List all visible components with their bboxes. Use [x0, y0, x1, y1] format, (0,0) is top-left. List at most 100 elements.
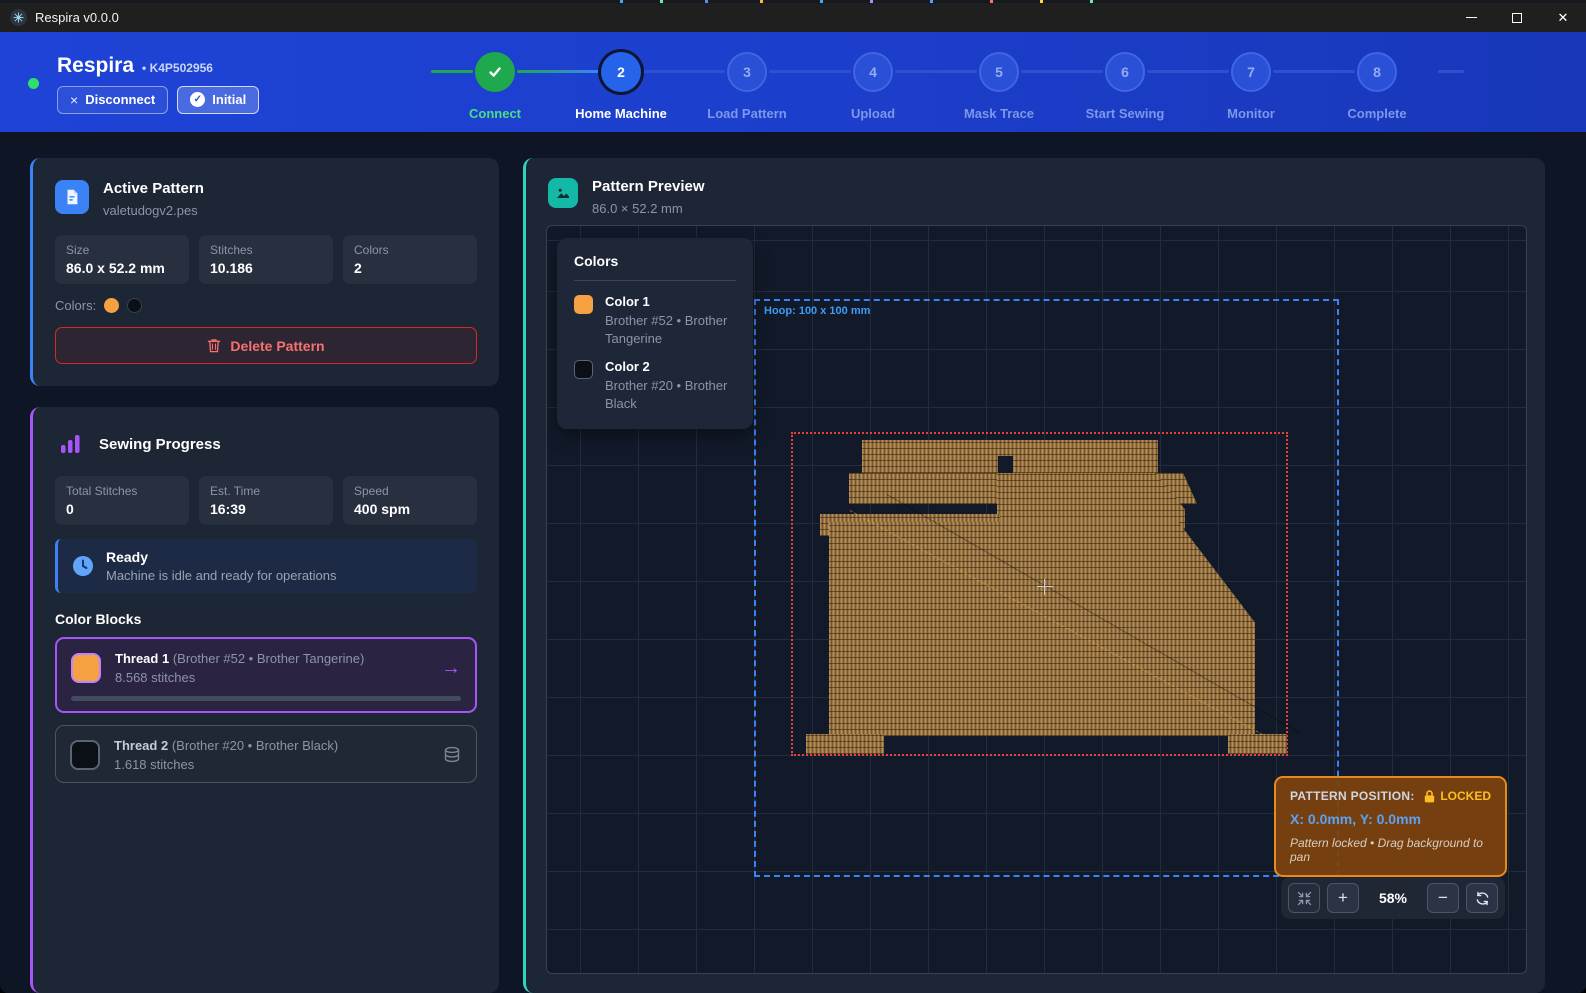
- hoop-label: Hoop: 100 x 100 mm: [764, 305, 870, 317]
- disconnect-button[interactable]: × Disconnect: [57, 86, 168, 114]
- thread-block-1[interactable]: Thread 1 (Brother #52 • Brother Tangerin…: [55, 637, 477, 713]
- refresh-icon: [1475, 891, 1490, 906]
- trash-icon: [207, 338, 221, 353]
- stat-label: Stitches: [210, 243, 322, 257]
- canvas-center-crosshair: [1037, 586, 1053, 587]
- step-home-machine[interactable]: 2 Home Machine: [558, 46, 684, 121]
- stat-colors: Colors 2: [343, 235, 477, 284]
- stat-label: Colors: [354, 243, 466, 257]
- zoom-in-button[interactable]: +: [1327, 883, 1359, 913]
- stat-value: 10.186: [210, 260, 322, 276]
- zoom-level: 58%: [1366, 890, 1420, 906]
- legend-swatch-2: [574, 360, 593, 379]
- fit-to-screen-button[interactable]: [1288, 883, 1320, 913]
- legend-color-name: Color 1: [605, 294, 736, 309]
- delete-pattern-button[interactable]: Delete Pattern: [55, 327, 477, 364]
- thread-1-detail: (Brother #52 • Brother Tangerine): [173, 651, 364, 666]
- initial-button[interactable]: ✓ Initial: [177, 86, 259, 114]
- canvas-center-crosshair: [1044, 579, 1045, 595]
- position-label: PATTERN POSITION:: [1290, 789, 1415, 803]
- card-title: Active Pattern: [103, 180, 204, 197]
- step-label: Complete: [1347, 106, 1406, 121]
- close-icon: ✕: [1558, 10, 1569, 26]
- reset-view-button[interactable]: [1466, 883, 1498, 913]
- thread-2-detail: (Brother #20 • Brother Black): [172, 738, 338, 753]
- step-done-check-icon: [475, 52, 515, 92]
- background-window-sliver: [0, 0, 1586, 3]
- disconnect-x-icon: ×: [70, 92, 78, 108]
- zoom-toolbar: + 58% −: [1281, 877, 1505, 919]
- plus-icon: +: [1338, 888, 1348, 908]
- legend-color-name: Color 2: [605, 359, 736, 374]
- step-label: Connect: [469, 106, 521, 121]
- step-start-sewing[interactable]: 6 Start Sewing: [1062, 46, 1188, 121]
- stat-value: 86.0 x 52.2 mm: [66, 260, 178, 276]
- stitch-region-right-foot: [1228, 734, 1287, 754]
- stat-size: Size 86.0 x 52.2 mm: [55, 235, 189, 284]
- disconnect-label: Disconnect: [85, 92, 155, 107]
- file-icon: [55, 180, 89, 214]
- pattern-preview-card: Pattern Preview 86.0 × 52.2 mm Hoop: 100…: [523, 158, 1545, 993]
- legend-color-desc: Brother #20 • Brother Black: [605, 377, 736, 412]
- sewing-progress-card: Sewing Progress Total Stitches 0 Est. Ti…: [30, 407, 499, 993]
- stitch-region-left-foot: [806, 734, 884, 754]
- thread-block-2[interactable]: Thread 2 (Brother #20 • Brother Black) 1…: [55, 725, 477, 783]
- workflow-stepper: Connect 2 Home Machine 3 Load Pattern 4 …: [432, 46, 1440, 121]
- clock-icon: [72, 555, 94, 577]
- step-load-pattern[interactable]: 3 Load Pattern: [684, 46, 810, 121]
- zoom-out-button[interactable]: −: [1427, 883, 1459, 913]
- active-thread-arrow-icon: →: [441, 657, 461, 680]
- bar-chart-icon: [55, 429, 85, 459]
- step-number: 6: [1105, 52, 1145, 92]
- legend-item-color-2: Color 2 Brother #20 • Brother Black: [574, 359, 736, 412]
- collapse-arrows-icon: [1297, 891, 1312, 906]
- step-connect[interactable]: Connect: [432, 46, 558, 121]
- step-label: Mask Trace: [964, 106, 1034, 121]
- stat-speed: Speed 400 spm: [343, 476, 477, 525]
- titlebar[interactable]: Respira v0.0.0 ✕: [0, 3, 1586, 32]
- layers-icon: [442, 745, 462, 765]
- image-icon: [548, 178, 578, 208]
- step-number: 8: [1357, 52, 1397, 92]
- stat-label: Total Stitches: [66, 484, 178, 498]
- stitch-region-bridge: [997, 473, 1185, 529]
- pattern-notch: [998, 456, 1013, 473]
- minimize-button[interactable]: [1448, 3, 1494, 32]
- legend-divider: [574, 280, 736, 281]
- stat-label: Est. Time: [210, 484, 322, 498]
- machine-status-box: Ready Machine is idle and ready for oper…: [55, 539, 477, 593]
- minimize-icon: [1466, 17, 1477, 18]
- maximize-button[interactable]: [1494, 3, 1540, 32]
- thread-1-stitches: 8.568 stitches: [115, 670, 364, 685]
- legend-color-desc: Brother #52 • Brother Tangerine: [605, 312, 736, 347]
- step-complete[interactable]: 8 Complete: [1314, 46, 1440, 121]
- lock-icon: [1424, 790, 1435, 803]
- thread-2-swatch: [70, 740, 100, 770]
- stitched-pattern[interactable]: [792, 434, 1287, 756]
- stat-value: 400 spm: [354, 501, 466, 517]
- color-dot-orange: [104, 298, 119, 313]
- color-dot-black: [127, 298, 142, 313]
- step-monitor[interactable]: 7 Monitor: [1188, 46, 1314, 121]
- delete-pattern-label: Delete Pattern: [230, 338, 324, 354]
- position-hint: Pattern locked • Drag background to pan: [1290, 836, 1491, 864]
- close-button[interactable]: ✕: [1540, 3, 1586, 32]
- thread-1-name: Thread 1: [115, 651, 169, 666]
- step-label: Upload: [851, 106, 895, 121]
- card-title: Pattern Preview: [592, 178, 705, 195]
- window-title: Respira v0.0.0: [35, 10, 119, 25]
- step-upload[interactable]: 4 Upload: [810, 46, 936, 121]
- step-number: 5: [979, 52, 1019, 92]
- step-label: Start Sewing: [1086, 106, 1165, 121]
- stat-value: 2: [354, 260, 466, 276]
- stat-value: 16:39: [210, 501, 322, 517]
- pattern-canvas[interactable]: Hoop: 100 x 100 mm: [546, 225, 1527, 974]
- stitch-region-main-body: [829, 522, 1255, 736]
- step-mask-trace[interactable]: 5 Mask Trace: [936, 46, 1062, 121]
- thread-1-swatch: [71, 653, 101, 683]
- locked-badge: LOCKED: [1440, 789, 1491, 803]
- thread-1-progress-bar: [71, 696, 461, 701]
- active-pattern-card: Active Pattern valetudogv2.pes Size 86.0…: [30, 158, 499, 386]
- stat-label: Speed: [354, 484, 466, 498]
- position-coordinates: X: 0.0mm, Y: 0.0mm: [1290, 811, 1491, 827]
